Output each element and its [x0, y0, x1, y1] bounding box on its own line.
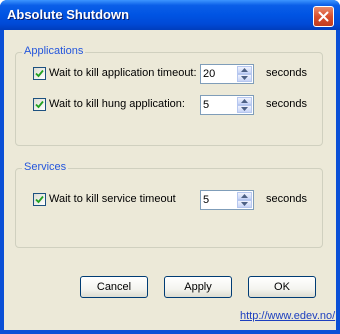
close-button[interactable]	[313, 6, 334, 27]
spin-down-button[interactable]	[237, 74, 252, 82]
kill-service-timeout-input[interactable]	[203, 193, 237, 207]
kill-service-timeout-label[interactable]: Wait to kill service timeout	[49, 193, 176, 205]
services-group: Services Wait to kill service timeout 5 …	[15, 161, 323, 248]
kill-app-timeout-label[interactable]: Wait to kill application timeout:	[49, 67, 197, 79]
cancel-button[interactable]: Cancel	[80, 276, 148, 298]
kill-service-timeout-unit: seconds	[266, 193, 307, 205]
kill-service-timeout-spinner[interactable]	[200, 190, 254, 210]
applications-group-legend: Applications	[22, 45, 86, 57]
kill-hung-app-input[interactable]	[203, 98, 237, 112]
spin-buttons	[237, 66, 252, 82]
kill-app-timeout-spinner[interactable]	[200, 64, 254, 84]
kill-service-timeout-checkbox[interactable]	[33, 193, 46, 206]
dialog-client-area: Applications Wait to kill application ti…	[4, 30, 336, 330]
spin-down-button[interactable]	[237, 200, 252, 208]
arrow-down-icon	[241, 202, 248, 206]
spin-buttons	[237, 192, 252, 208]
checkmark-icon	[35, 69, 44, 78]
kill-hung-app-row: Wait to kill hung application: seconds	[33, 95, 323, 115]
spin-up-button[interactable]	[237, 66, 252, 74]
kill-app-timeout-input[interactable]	[203, 67, 237, 81]
window-title: Absolute Shutdown	[7, 7, 130, 22]
kill-app-timeout-checkbox[interactable]	[33, 67, 46, 80]
checkmark-icon	[35, 100, 44, 109]
kill-hung-app-label[interactable]: Wait to kill hung application:	[49, 98, 185, 110]
arrow-up-icon	[241, 68, 248, 72]
title-bar[interactable]: Absolute Shutdown	[0, 0, 340, 30]
spin-up-button[interactable]	[237, 192, 252, 200]
kill-app-timeout-row: Wait to kill application timeout: second…	[33, 64, 323, 84]
applications-group: Applications Wait to kill application ti…	[15, 45, 323, 146]
dialog-window: Absolute Shutdown Applications Wait to k…	[0, 0, 340, 334]
arrow-up-icon	[241, 99, 248, 103]
services-group-legend: Services	[22, 161, 69, 173]
arrow-down-icon	[241, 76, 248, 80]
ok-button[interactable]: OK	[248, 276, 316, 298]
kill-hung-app-spinner[interactable]	[200, 95, 254, 115]
kill-hung-app-unit: seconds	[266, 98, 307, 110]
kill-service-timeout-row: Wait to kill service timeout seconds	[33, 190, 323, 210]
spin-down-button[interactable]	[237, 105, 252, 113]
apply-button[interactable]: Apply	[164, 276, 232, 298]
checkmark-icon	[35, 195, 44, 204]
arrow-up-icon	[241, 194, 248, 198]
close-icon	[318, 11, 329, 22]
spin-buttons	[237, 97, 252, 113]
kill-app-timeout-unit: seconds	[266, 67, 307, 79]
spin-up-button[interactable]	[237, 97, 252, 105]
website-link[interactable]: http://www.edev.no/	[240, 310, 335, 322]
kill-hung-app-checkbox[interactable]	[33, 98, 46, 111]
arrow-down-icon	[241, 107, 248, 111]
